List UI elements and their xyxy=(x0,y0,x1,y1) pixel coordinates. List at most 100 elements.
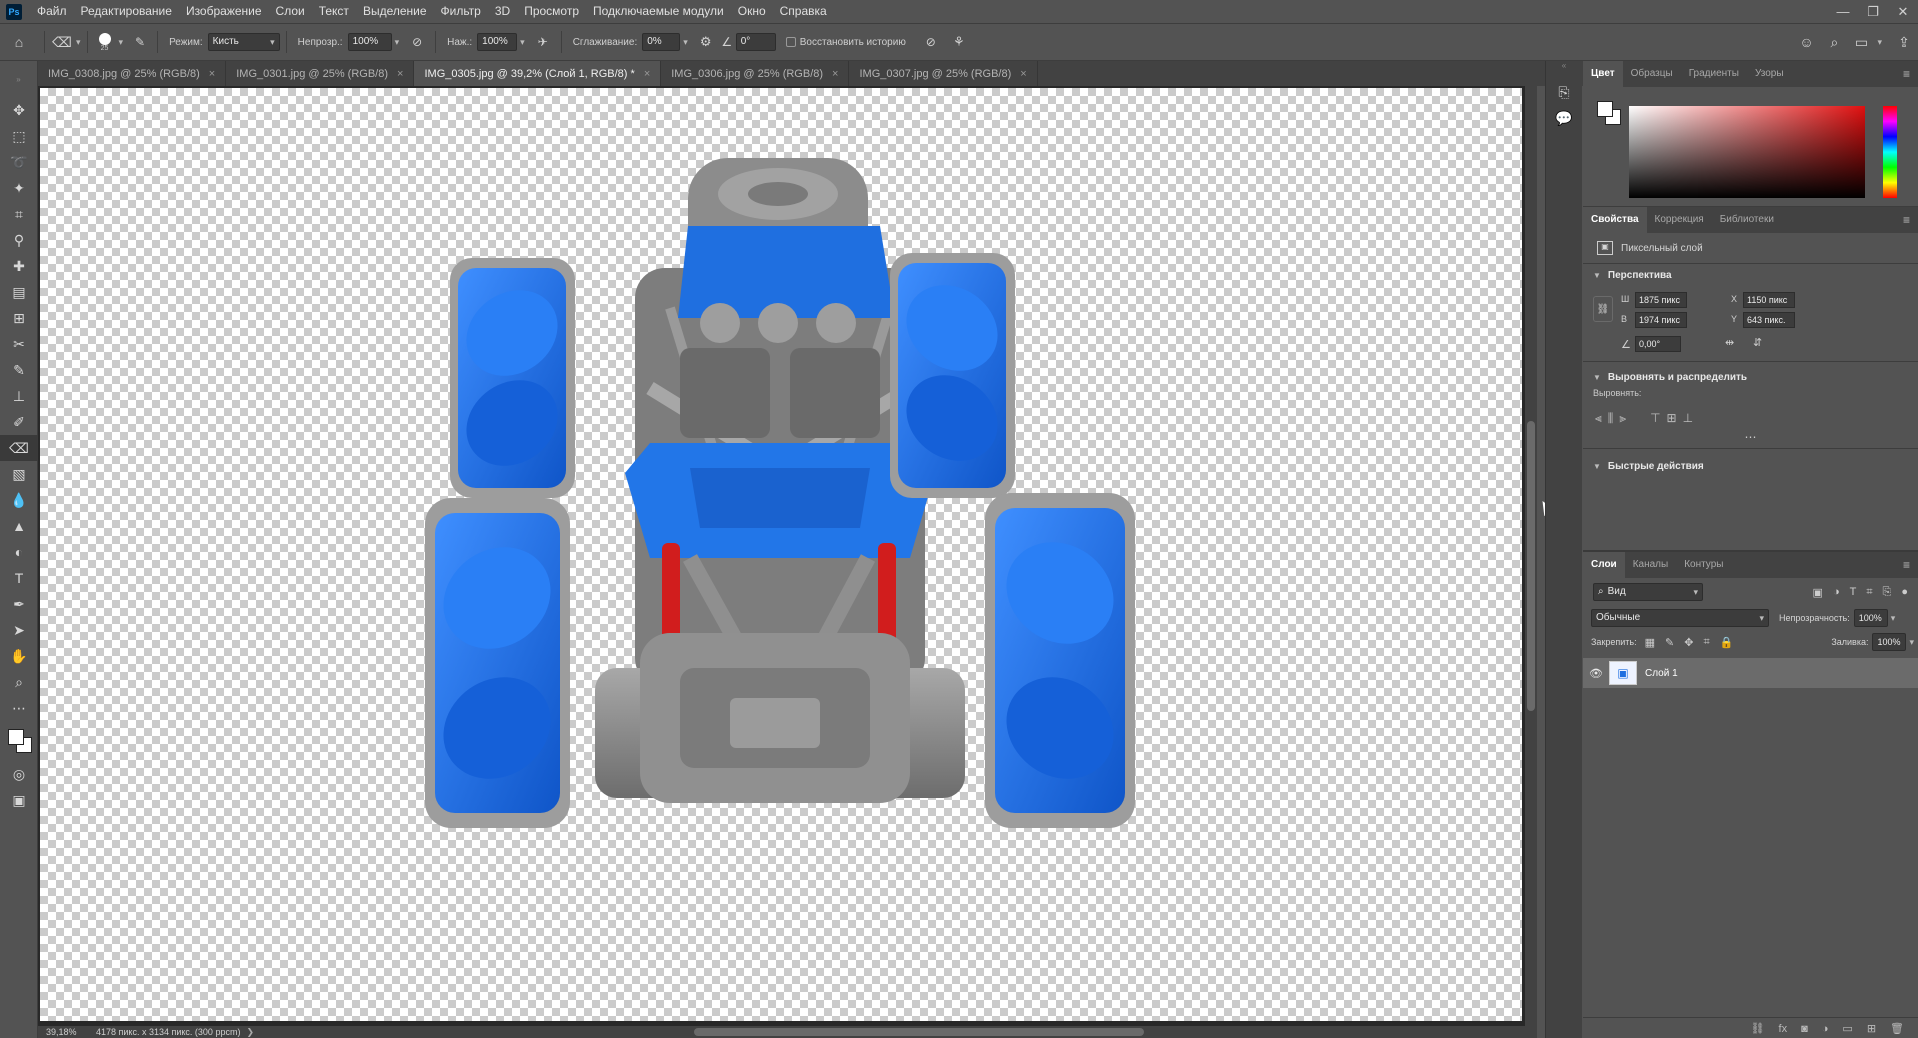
new-layer-icon[interactable]: ⊞ xyxy=(1867,1022,1876,1035)
visibility-eye-icon[interactable]: 👁 xyxy=(1583,667,1609,680)
panel-tab[interactable]: Узоры xyxy=(1747,61,1792,87)
minimize-button[interactable]: — xyxy=(1828,0,1858,23)
healing-brush-tool-icon[interactable]: ✚ xyxy=(0,253,38,279)
filter-smart-object-icon[interactable]: ⎘ xyxy=(1883,586,1892,599)
close-tab-icon[interactable]: × xyxy=(832,68,838,80)
panel-tab[interactable]: Каналы xyxy=(1625,552,1677,578)
menu-item[interactable]: Текст xyxy=(312,0,356,23)
panel-tab[interactable]: Слои xyxy=(1583,552,1625,578)
layer-fill-field[interactable]: 100% xyxy=(1872,633,1907,651)
layer-filter-select[interactable]: ⌕ Вид ▾ xyxy=(1593,583,1703,601)
share-profile-icon[interactable]: ☺ xyxy=(1792,34,1820,50)
menu-item[interactable]: Редактирование xyxy=(74,0,179,23)
width-field[interactable]: 1875 пикс xyxy=(1635,292,1687,308)
align-top-icon[interactable]: ⊤ xyxy=(1650,411,1660,425)
lock-transparent-icon[interactable]: ▦ xyxy=(1645,636,1655,649)
more-options-icon[interactable]: ⋯ xyxy=(1583,430,1918,448)
eraser-tool-icon[interactable]: ⌫ xyxy=(51,34,73,51)
close-tab-icon[interactable]: × xyxy=(209,68,215,80)
lock-artboard-icon[interactable]: ⌗ xyxy=(1703,636,1709,649)
clone-stamp-tool-icon[interactable]: ⊥ xyxy=(0,383,38,409)
menu-item[interactable]: Выделение xyxy=(356,0,434,23)
blend-mode-select[interactable]: Обычные ▾ xyxy=(1591,609,1769,627)
document-tab[interactable]: IMG_0307.jpg @ 25% (RGB/8) × xyxy=(849,61,1038,86)
eyedropper-tool-icon[interactable]: ⚲ xyxy=(0,227,38,253)
color-field[interactable] xyxy=(1629,106,1865,198)
layer-name[interactable]: Слой 1 xyxy=(1645,668,1678,679)
vertical-scroll-thumb[interactable] xyxy=(1527,421,1535,711)
menu-item[interactable]: Просмотр xyxy=(517,0,586,23)
brush-preset-picker[interactable]: 25 xyxy=(94,32,116,52)
pen-tool-icon[interactable]: ✒ xyxy=(0,591,38,617)
restore-button[interactable]: ❐ xyxy=(1858,0,1888,23)
search-icon[interactable]: ⌕ xyxy=(1820,34,1848,51)
stamp-tool-icon[interactable]: ⊞ xyxy=(0,305,38,331)
align-section-title[interactable]: ▼ Выровнять и распределить xyxy=(1583,366,1918,388)
panel-menu-icon[interactable]: ≡ xyxy=(1903,213,1918,227)
magic-wand-tool-icon[interactable]: ✦ xyxy=(0,175,38,201)
height-field[interactable]: 1974 пикс xyxy=(1635,312,1687,328)
type-tool-icon[interactable]: T xyxy=(0,565,38,591)
add-mask-icon[interactable]: ◙ xyxy=(1801,1023,1808,1035)
layer-opacity-field[interactable]: 100% xyxy=(1853,609,1888,627)
ruler-tool-icon[interactable]: ▤ xyxy=(0,279,38,305)
menu-item[interactable]: Изображение xyxy=(179,0,269,23)
close-button[interactable]: ✕ xyxy=(1888,0,1918,23)
dodge-tool-icon[interactable]: ◐ xyxy=(0,539,38,565)
blur-tool-icon[interactable]: 💧 xyxy=(0,487,38,513)
lock-pixels-icon[interactable]: ✎ xyxy=(1665,636,1674,649)
history-panel-icon[interactable]: ⎘ xyxy=(1546,79,1582,105)
link-layers-icon[interactable]: ⛓ xyxy=(1751,1022,1765,1035)
mode-select[interactable]: Кисть ▾ xyxy=(207,33,280,51)
panel-tab[interactable]: Библиотеки xyxy=(1712,207,1782,233)
panel-menu-icon[interactable]: ≡ xyxy=(1903,67,1918,81)
horizontal-scroll-thumb[interactable] xyxy=(694,1028,1144,1036)
restore-history-checkbox[interactable] xyxy=(785,37,796,47)
color-swatch-fg-bg[interactable] xyxy=(1597,101,1621,125)
close-tab-icon[interactable]: × xyxy=(397,68,403,80)
pressure-size-icon[interactable]: ⊘ xyxy=(917,35,945,49)
quick-mask-icon[interactable]: ◎ xyxy=(0,761,38,787)
menu-item[interactable]: Файл xyxy=(30,0,74,23)
menu-item[interactable]: Справка xyxy=(773,0,834,23)
filter-adjustment-icon[interactable]: ◑ xyxy=(1833,586,1840,599)
content-aware-move-tool-icon[interactable]: ✂ xyxy=(0,331,38,357)
workspace-icon[interactable]: ▭ xyxy=(1848,34,1874,51)
home-icon[interactable]: ⌂ xyxy=(0,34,38,50)
flip-vertical-icon[interactable]: ⇵ xyxy=(1753,336,1762,349)
panel-tab[interactable]: Градиенты xyxy=(1681,61,1747,87)
angle-field[interactable]: 0° xyxy=(735,33,776,51)
zoom-level[interactable]: 39,18% xyxy=(46,1027,90,1037)
menu-item[interactable]: Фильтр xyxy=(434,0,488,23)
quick-actions-title[interactable]: ▼ Быстрые действия xyxy=(1583,455,1918,477)
panel-tab[interactable]: Образцы xyxy=(1623,61,1681,87)
symmetry-icon[interactable]: ⚘ xyxy=(945,34,973,50)
lock-position-icon[interactable]: ✥ xyxy=(1684,636,1693,649)
document-tab[interactable]: IMG_0305.jpg @ 39,2% (Слой 1, RGB/8) * × xyxy=(414,61,662,86)
path-selection-tool-icon[interactable]: ➤ xyxy=(0,617,38,643)
filter-toggle-icon[interactable]: ● xyxy=(1901,586,1908,599)
vertical-scrollbar[interactable] xyxy=(1525,86,1537,1026)
pressure-opacity-icon[interactable]: ⊘ xyxy=(405,35,429,49)
layer-thumbnail[interactable]: ▣ xyxy=(1609,661,1637,685)
menu-item[interactable]: Слои xyxy=(269,0,312,23)
opacity-field[interactable]: 100% xyxy=(347,33,392,51)
panel-tab[interactable]: Цвет xyxy=(1583,61,1623,87)
new-group-icon[interactable]: ▭ xyxy=(1842,1022,1852,1035)
transform-section-title[interactable]: ▼ Перспектива xyxy=(1583,264,1918,286)
smoothing-field[interactable]: 0% xyxy=(642,33,681,51)
airbrush-icon[interactable]: ✈ xyxy=(531,35,555,49)
filter-shape-icon[interactable]: ⌗ xyxy=(1866,586,1872,599)
document-tab[interactable]: IMG_0301.jpg @ 25% (RGB/8) × xyxy=(226,61,415,86)
color-swatches[interactable] xyxy=(0,721,38,761)
align-center-horizontal-icon[interactable]: ⫼ xyxy=(1608,411,1614,426)
align-center-vertical-icon[interactable]: ⊞ xyxy=(1667,411,1677,425)
filter-pixel-icon[interactable]: ▣ xyxy=(1813,586,1823,599)
flip-horizontal-icon[interactable]: ⇹ xyxy=(1725,336,1734,349)
share-icon[interactable]: ⇪ xyxy=(1890,34,1918,51)
gear-icon[interactable]: ⚙ xyxy=(694,34,718,50)
menu-item[interactable]: 3D xyxy=(488,0,517,23)
screen-mode-icon[interactable]: ▣ xyxy=(0,787,38,813)
align-left-icon[interactable]: ⫷ xyxy=(1595,411,1602,426)
document-tab[interactable]: IMG_0306.jpg @ 25% (RGB/8) × xyxy=(661,61,850,86)
